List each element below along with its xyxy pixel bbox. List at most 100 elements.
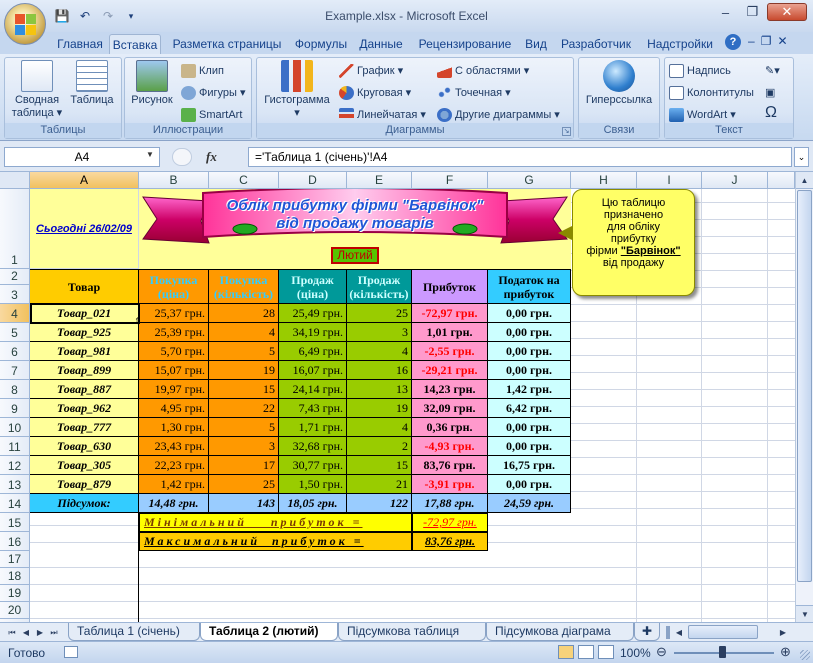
cell-sell-qty[interactable]: 19 [347,399,412,418]
fx-icon[interactable]: fx [206,149,217,165]
cell-item[interactable]: Товар_777 [30,418,139,437]
cell-sell-qty[interactable]: 3 [347,323,412,342]
line-chart-button[interactable]: График ▾ [339,62,403,80]
cell-profit[interactable]: -2,55 грн. [412,342,488,361]
object-icon[interactable]: ▣ [765,84,775,102]
row-header-19[interactable]: 19 [0,585,30,602]
row-header-13[interactable]: 13 [0,475,30,494]
restore-button[interactable]: ❐ [740,3,765,21]
tab-view[interactable]: Вид [520,34,552,54]
resize-grip-icon[interactable] [800,650,810,660]
cell-tax[interactable]: 16,75 грн. [488,456,571,475]
cell-buy-price[interactable]: 5,70 грн. [139,342,209,361]
cell-profit[interactable]: -4,93 грн. [412,437,488,456]
cell-profit[interactable]: 32,09 грн. [412,399,488,418]
scroll-down-icon[interactable]: ▼ [796,605,813,622]
help-icon[interactable]: ? [725,34,741,50]
cell-tax[interactable]: 0,00 грн. [488,323,571,342]
cell-buy-qty[interactable]: 3 [209,437,279,456]
sheet-tab-february[interactable]: Таблица 2 (лютий) [200,623,338,641]
cell-sell-qty[interactable]: 16 [347,361,412,380]
cell-buy-qty[interactable]: 17 [209,456,279,475]
picture-button[interactable]: Рисунок [129,60,175,107]
totals-label[interactable]: Підсумок: [30,494,139,513]
row-header-6[interactable]: 6 [0,342,30,361]
column-header-g[interactable]: G [488,172,571,189]
row-header-9[interactable]: 9 [0,399,30,418]
cell-sell-price[interactable]: 30,77 грн. [279,456,347,475]
row-header-18[interactable]: 18 [0,568,30,585]
row-header-8[interactable]: 8 [0,380,30,399]
name-box[interactable]: A4 [4,147,160,167]
insert-sheet-icon[interactable]: ✚ [634,623,660,641]
row-header-2[interactable]: 2 [0,269,30,285]
cell-sell-price[interactable]: 32,68 грн. [279,437,347,456]
clip-art-button[interactable]: Клип [181,62,224,80]
shapes-button[interactable]: Фигуры ▾ [181,84,246,102]
first-sheet-icon[interactable]: ⏮ [6,626,18,639]
column-header-i[interactable]: I [637,172,702,189]
cell-buy-price[interactable]: 4,95 грн. [139,399,209,418]
cell-sell-qty[interactable]: 4 [347,418,412,437]
column-header-k[interactable] [768,172,795,189]
cell-item[interactable]: Товар_899 [30,361,139,380]
cell-tax[interactable]: 0,00 грн. [488,418,571,437]
page-break-view-icon[interactable] [598,645,614,659]
cell-tax[interactable]: 1,42 грн. [488,380,571,399]
cell-sell-price[interactable]: 16,07 грн. [279,361,347,380]
date-cell[interactable]: Сьогодні 26/02/09 [30,189,139,269]
row-header-14[interactable]: 14 [0,494,30,513]
row-header-16[interactable]: 16 [0,532,30,551]
scroll-right-icon[interactable]: ▶ [776,625,790,640]
cell-paste-marker-icon[interactable]: ⇕ [134,317,142,326]
zoom-out-icon[interactable]: ⊖ [656,644,667,660]
column-chart-button[interactable]: Гистограмма ▾ [261,60,333,120]
totals-tax[interactable]: 24,59 грн. [488,494,571,513]
cell-buy-price[interactable]: 22,23 грн. [139,456,209,475]
header-buy-qty[interactable]: Покупка (кількість) [209,269,279,304]
max-profit-value[interactable]: 83,76 грн. [412,532,488,551]
scroll-up-icon[interactable]: ▲ [796,172,813,189]
totals-sell-qty[interactable]: 122 [347,494,412,513]
office-button[interactable] [4,3,46,45]
cell-sell-price[interactable]: 1,50 грн. [279,475,347,494]
cell-profit[interactable]: 1,01 грн. [412,323,488,342]
sheet-tab-january[interactable]: Таблица 1 (січень) [68,623,200,641]
cell-sell-qty[interactable]: 13 [347,380,412,399]
cell-sell-qty[interactable]: 2 [347,437,412,456]
ribbon-minimize-icon[interactable]: – [748,34,755,48]
row-header-7[interactable]: 7 [0,361,30,380]
column-header-c[interactable]: C [209,172,279,189]
cell-sell-qty[interactable]: 25 [347,304,412,323]
tab-home[interactable]: Главная [52,34,108,54]
column-header-e[interactable]: E [347,172,412,189]
min-profit-label[interactable]: Мінімальний прибуток = [139,513,412,532]
cell-buy-price[interactable]: 19,97 грн. [139,380,209,399]
cell-sell-qty[interactable]: 21 [347,475,412,494]
zoom-slider-thumb[interactable] [719,646,726,658]
header-tax[interactable]: Податок на прибуток [488,269,571,304]
totals-buy-price[interactable]: 14,48 грн. [139,494,209,513]
cell-tax[interactable]: 0,00 грн. [488,475,571,494]
cell-item[interactable]: Товар_021 [30,304,139,323]
cell-buy-qty[interactable]: 19 [209,361,279,380]
name-box-dropdown-icon[interactable]: ▼ [146,150,154,159]
column-header-b[interactable]: B [139,172,209,189]
totals-buy-qty[interactable]: 143 [209,494,279,513]
cell-item[interactable]: Товар_962 [30,399,139,418]
vertical-scroll-thumb[interactable] [797,190,812,582]
cell-tax[interactable]: 0,00 грн. [488,342,571,361]
cell-item[interactable]: Товар_879 [30,475,139,494]
cell-buy-qty[interactable]: 25 [209,475,279,494]
cell-buy-price[interactable]: 15,07 грн. [139,361,209,380]
row-header-17[interactable]: 17 [0,551,30,568]
row-header-5[interactable]: 5 [0,323,30,342]
bar-chart-button[interactable]: Линейчатая ▾ [339,106,426,124]
totals-sell-price[interactable]: 18,05 грн. [279,494,347,513]
close-button[interactable]: ✕ [767,3,807,21]
cell-buy-qty[interactable]: 5 [209,342,279,361]
tab-addins[interactable]: Надстройки [642,34,718,54]
vertical-scrollbar[interactable]: ▲ ▼ [795,172,813,622]
column-header-f[interactable]: F [412,172,488,189]
worksheet-grid[interactable]: A B C D E F G H I J 1 2 3 4 5 6 7 8 9 10… [0,172,795,622]
